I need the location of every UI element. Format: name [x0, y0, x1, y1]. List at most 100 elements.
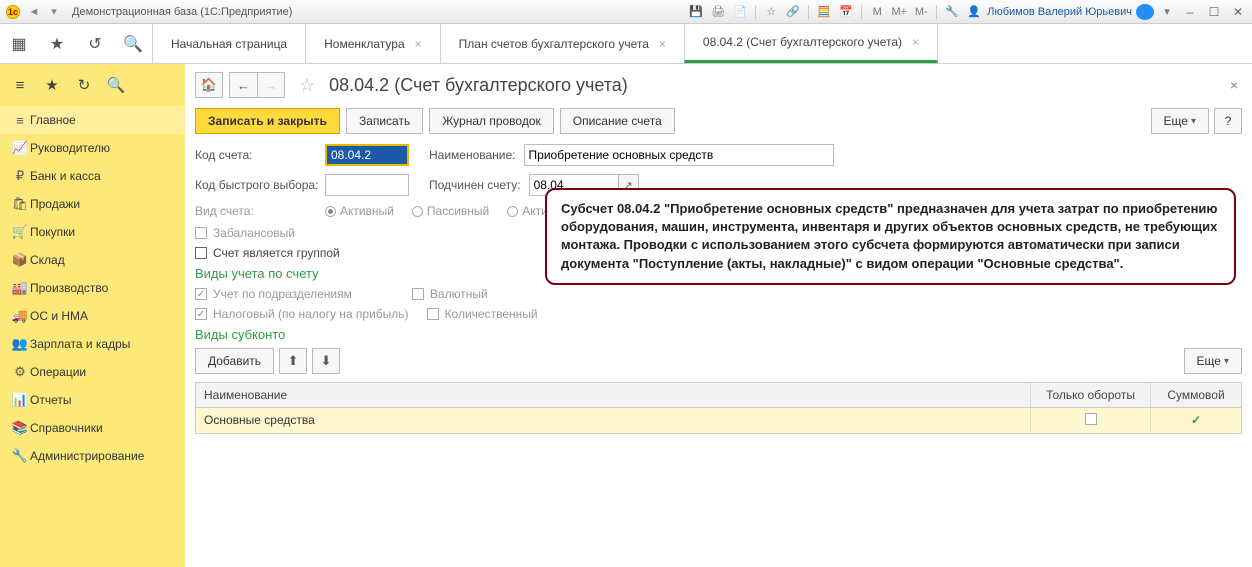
- star-icon[interactable]: ☆: [762, 4, 780, 20]
- nav-back-button[interactable]: ←: [229, 72, 257, 98]
- close-window-button[interactable]: ✕: [1228, 5, 1248, 19]
- calc-icon[interactable]: 🧮: [815, 4, 833, 20]
- radio-icon: [507, 206, 518, 217]
- help-button[interactable]: ?: [1214, 108, 1242, 134]
- checkbox-icon[interactable]: [195, 247, 207, 259]
- section-subconto: Виды субконто: [195, 327, 1242, 342]
- label-quick: Код быстрого выбора:: [195, 178, 325, 192]
- m-minus-button[interactable]: M-: [912, 4, 930, 20]
- more-button-2[interactable]: Еще: [1184, 348, 1242, 374]
- checkbox-icon: [427, 308, 439, 320]
- search-icon[interactable]: 🔍: [114, 24, 152, 63]
- checkbox-icon: [195, 288, 207, 300]
- favorite-star-icon[interactable]: ☆: [299, 75, 315, 96]
- m-plus-button[interactable]: M+: [890, 4, 908, 20]
- sidebar-item-assets[interactable]: 🚚ОС и НМА: [0, 302, 185, 330]
- description-callout: Субсчет 08.04.2 "Приобретение основных с…: [545, 188, 1236, 285]
- checkbox-icon: [195, 308, 207, 320]
- sidebar-item-manager[interactable]: 📈Руководителю: [0, 134, 185, 162]
- m-button[interactable]: M: [868, 4, 886, 20]
- current-user[interactable]: Любимов Валерий Юрьевич: [987, 6, 1132, 18]
- tab-start-page[interactable]: Начальная страница: [152, 24, 305, 63]
- search-icon[interactable]: 🔍: [100, 72, 132, 98]
- radio-icon: [412, 206, 423, 217]
- sidebar-item-admin[interactable]: 🔧Администрирование: [0, 442, 185, 470]
- table-row[interactable]: Основные средства ✓: [196, 408, 1241, 433]
- radio-icon: [325, 206, 336, 217]
- th-name[interactable]: Наименование: [196, 383, 1031, 407]
- th-sum[interactable]: Суммовой: [1151, 383, 1241, 407]
- th-only-turnover[interactable]: Только обороты: [1031, 383, 1151, 407]
- description-button[interactable]: Описание счета: [560, 108, 675, 134]
- app-logo-icon: 1c: [6, 5, 20, 19]
- add-button[interactable]: Добавить: [195, 348, 274, 374]
- favorites-icon[interactable]: ★: [38, 24, 76, 63]
- document-icon[interactable]: 📄: [731, 4, 749, 20]
- factory-icon: 🏭: [10, 280, 30, 296]
- label-kind: Вид счета:: [195, 204, 325, 218]
- minimize-button[interactable]: –: [1180, 5, 1200, 19]
- truck-icon: 🚚: [10, 308, 30, 324]
- nav-forward-button[interactable]: →: [257, 72, 285, 98]
- apps-grid-icon[interactable]: ▦: [0, 24, 38, 63]
- move-down-button[interactable]: ⬇: [312, 348, 340, 374]
- subconto-table: Наименование Только обороты Суммовой Осн…: [195, 382, 1242, 434]
- quick-code-input[interactable]: [325, 174, 409, 196]
- sidebar-item-salary[interactable]: 👥Зарплата и кадры: [0, 330, 185, 358]
- close-icon[interactable]: ×: [912, 35, 919, 49]
- report-icon: 📊: [10, 392, 30, 408]
- cell-only-turnover: [1031, 408, 1151, 433]
- history-icon[interactable]: ↺: [76, 24, 114, 63]
- sidebar-item-reports[interactable]: 📊Отчеты: [0, 386, 185, 414]
- dropdown-icon[interactable]: ▾: [46, 4, 62, 20]
- tools-icon[interactable]: 🔧: [943, 4, 961, 20]
- print-icon[interactable]: 🖨: [709, 4, 727, 20]
- wrench-icon: 🔧: [10, 448, 30, 464]
- tab-chart-of-accounts[interactable]: План счетов бухгалтерского учета×: [440, 24, 684, 63]
- checkbox-icon: [195, 227, 207, 239]
- close-icon[interactable]: ×: [415, 37, 422, 51]
- name-input[interactable]: [524, 144, 834, 166]
- close-icon[interactable]: ×: [659, 37, 666, 51]
- radio-passive: Пассивный: [412, 204, 489, 218]
- sidebar-item-purchases[interactable]: 🛒Покупки: [0, 218, 185, 246]
- titlebar: 1c ◄ ▾ Демонстрационная база (1С:Предпри…: [0, 0, 1252, 24]
- star-icon[interactable]: ★: [36, 72, 68, 98]
- tab-nomenclature[interactable]: Номенклатура×: [305, 24, 440, 63]
- info-icon[interactable]: i: [1136, 4, 1154, 20]
- back-icon[interactable]: ◄: [26, 4, 42, 20]
- sidebar-item-production[interactable]: 🏭Производство: [0, 274, 185, 302]
- dept-checkbox-row: Учет по подразделениям Валютный: [195, 287, 1242, 301]
- move-up-button[interactable]: ⬆: [279, 348, 307, 374]
- code-input[interactable]: [325, 144, 409, 166]
- books-icon: 📚: [10, 420, 30, 436]
- sidebar: ≡ ★ ↻ 🔍 ≡Главное 📈Руководителю ₽Банк и к…: [0, 64, 185, 567]
- maximize-button[interactable]: ☐: [1204, 5, 1224, 19]
- journal-button[interactable]: Журнал проводок: [429, 108, 554, 134]
- save-icon[interactable]: 💾: [687, 4, 705, 20]
- home-button[interactable]: 🏠: [195, 72, 223, 98]
- save-button[interactable]: Записать: [346, 108, 423, 134]
- tab-account-08-04-2[interactable]: 08.04.2 (Счет бухгалтерского учета)×: [684, 24, 938, 63]
- radio-active: Активный: [325, 204, 394, 218]
- gear-icon: ⚙: [10, 364, 30, 380]
- sidebar-item-main[interactable]: ≡Главное: [0, 106, 185, 134]
- link-icon[interactable]: 🔗: [784, 4, 802, 20]
- menu-icon[interactable]: ≡: [4, 72, 36, 98]
- tax-checkbox-row: Налоговый (по налогу на прибыль) Количес…: [195, 307, 1242, 321]
- info-dropdown-icon[interactable]: ▾: [1158, 4, 1176, 20]
- calendar-icon[interactable]: 📅: [837, 4, 855, 20]
- checkbox-icon: [412, 288, 424, 300]
- reload-icon[interactable]: ↻: [68, 72, 100, 98]
- more-button[interactable]: Еще: [1151, 108, 1209, 134]
- sidebar-item-warehouse[interactable]: 📦Склад: [0, 246, 185, 274]
- sidebar-item-bank[interactable]: ₽Банк и касса: [0, 162, 185, 190]
- label-parent: Подчинен счету:: [429, 178, 521, 192]
- sidebar-item-sales[interactable]: 🛍Продажи: [0, 190, 185, 218]
- save-and-close-button[interactable]: Записать и закрыть: [195, 108, 340, 134]
- checkbox-icon[interactable]: [1085, 413, 1097, 425]
- close-page-button[interactable]: ×: [1226, 77, 1242, 93]
- sidebar-item-operations[interactable]: ⚙Операции: [0, 358, 185, 386]
- window-title: Демонстрационная база (1С:Предприятие): [72, 6, 292, 18]
- sidebar-item-catalogs[interactable]: 📚Справочники: [0, 414, 185, 442]
